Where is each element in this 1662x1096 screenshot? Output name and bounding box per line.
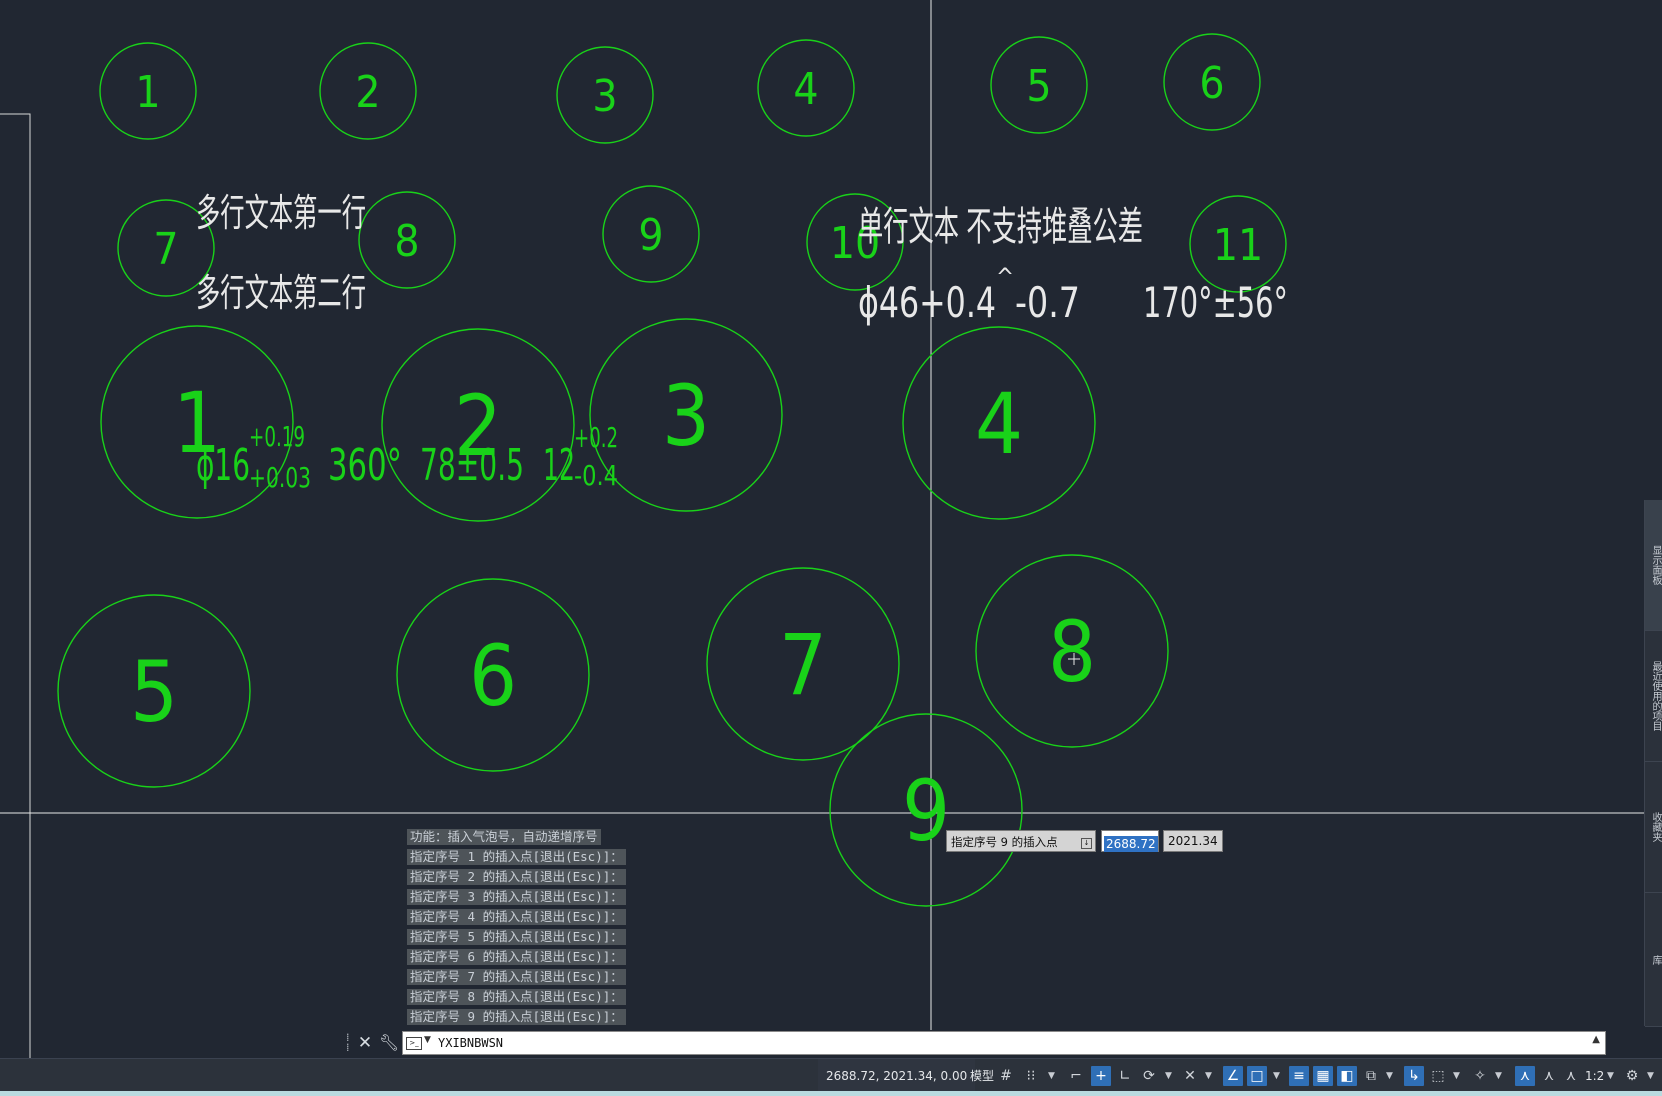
selection-filter-icon[interactable]: ⬚ bbox=[1428, 1066, 1448, 1086]
annotation-scale-icon[interactable]: ⋏ bbox=[1561, 1066, 1581, 1086]
model-space-button[interactable]: 模型 bbox=[966, 1059, 998, 1093]
annotation-scale-value[interactable]: 1:2 bbox=[1585, 1059, 1604, 1093]
object-snap-icon[interactable]: □ bbox=[1247, 1066, 1267, 1086]
tool-palette: 显示面板 最近使用的项目 收藏夹 库 bbox=[1644, 500, 1662, 1027]
object-snap-tracking-icon[interactable]: ∠ bbox=[1223, 1066, 1243, 1086]
scale-dropdown-icon[interactable]: ▼ bbox=[1607, 1067, 1614, 1085]
palette-tab-recent[interactable]: 最近使用的项目 bbox=[1645, 631, 1662, 762]
command-input[interactable]: >_ ▼ YXIBNBWSN ▲ bbox=[402, 1031, 1606, 1055]
small-bubble-label-2: 2 bbox=[355, 67, 380, 118]
wrench-icon[interactable]: 🔧︎ bbox=[378, 1031, 400, 1055]
history-line: 指定序号 2 的插入点[退出(Esc)]： bbox=[407, 869, 626, 885]
mtext-line-2: 多行文本第二行 bbox=[196, 271, 366, 315]
stacked-2-lower: -0.4 bbox=[574, 459, 618, 492]
command-input-text: YXIBNBWSN bbox=[438, 1036, 504, 1050]
isodraft-dropdown-icon[interactable]: ▼ bbox=[1205, 1067, 1212, 1085]
history-line: 指定序号 8 的插入点[退出(Esc)]： bbox=[407, 989, 626, 1005]
large-bubble-label-9: 9 bbox=[902, 762, 950, 860]
history-line: 指定序号 3 的插入点[退出(Esc)]： bbox=[407, 889, 626, 905]
infer-constraints-icon[interactable]: ⌐ bbox=[1066, 1066, 1086, 1086]
command-line-bar: ⁞ ⁞ ✕ 🔧︎ >_ ▼ YXIBNBWSN ▲ bbox=[342, 1031, 1606, 1055]
stacked-diameter-upper: +0.19 bbox=[249, 420, 305, 453]
history-line: 指定序号 6 的插入点[退出(Esc)]： bbox=[407, 949, 626, 965]
small-bubble-label-9: 9 bbox=[638, 210, 663, 261]
settings-dropdown-icon[interactable]: ▼ bbox=[1647, 1067, 1654, 1085]
options-down-icon[interactable]: ↓ bbox=[1081, 838, 1092, 849]
stacked-diameter-lower: +0.03 bbox=[249, 461, 311, 494]
large-bubble-label-8: 8 bbox=[1048, 603, 1096, 701]
small-bubble-label-7: 7 bbox=[153, 224, 178, 275]
3d-snap-dropdown-icon[interactable]: ▼ bbox=[1386, 1067, 1393, 1085]
grid-icon[interactable]: # bbox=[996, 1066, 1016, 1086]
palette-tab-display[interactable]: 显示面板 bbox=[1645, 500, 1662, 631]
gizmo-dropdown-icon[interactable]: ▼ bbox=[1495, 1067, 1502, 1085]
dynamic-input-toggle-icon[interactable]: + bbox=[1091, 1066, 1111, 1086]
snap-dropdown-icon[interactable]: ▼ bbox=[1048, 1067, 1055, 1085]
status-bar: 2688.72, 2021.34, 0.00 模型 # ⁝⁝ ▼ ⌐ + ∟ ⟳… bbox=[0, 1058, 1662, 1093]
dynamic-ucs-icon[interactable]: ↳ bbox=[1404, 1066, 1424, 1086]
single-line-text: 单行文本 不支持堆叠公差 bbox=[858, 204, 1143, 250]
dynamic-input-prompt-text: 指定序号 9 的插入点 bbox=[951, 835, 1058, 849]
polar-dropdown-icon[interactable]: ▼ bbox=[1165, 1067, 1172, 1085]
stacked-2-upper: +0.2 bbox=[574, 421, 618, 454]
single-line-tolerance-a: ϕ46+0.4 bbox=[858, 278, 996, 327]
large-bubble-label-7: 7 bbox=[779, 616, 827, 714]
selection-cycling-icon[interactable]: ◧ bbox=[1337, 1066, 1357, 1086]
single-line-tolerance-a-rest: -0.7 bbox=[1015, 278, 1080, 327]
mtext-line-1: 多行文本第一行 bbox=[196, 191, 366, 235]
palette-tab-library[interactable]: 库 bbox=[1645, 893, 1662, 1027]
symmetric-tolerance-text: 78±0.5 bbox=[420, 440, 524, 491]
history-line: 指定序号 7 的插入点[退出(Esc)]： bbox=[407, 969, 626, 985]
history-line: 指定序号 9 的插入点[退出(Esc)]： bbox=[407, 1009, 626, 1025]
dynamic-input-y-field[interactable]: 2021.34 bbox=[1163, 830, 1223, 852]
stacked-2-base: 12 bbox=[543, 440, 575, 491]
gizmo-icon[interactable]: ✧ bbox=[1470, 1066, 1490, 1086]
large-bubble-label-6: 6 bbox=[469, 627, 517, 725]
dynamic-input-x-value: 2688.72 bbox=[1104, 836, 1158, 852]
selection-filter-dropdown-icon[interactable]: ▼ bbox=[1453, 1067, 1460, 1085]
history-line: 指定序号 1 的插入点[退出(Esc)]： bbox=[407, 849, 626, 865]
history-line: 指定序号 4 的插入点[退出(Esc)]： bbox=[407, 909, 626, 925]
palette-tab-favorites[interactable]: 收藏夹 bbox=[1645, 762, 1662, 893]
3d-object-snap-icon[interactable]: ⧉ bbox=[1361, 1066, 1381, 1086]
large-bubble-label-3: 3 bbox=[662, 367, 710, 465]
ortho-icon[interactable]: ∟ bbox=[1115, 1066, 1135, 1086]
small-bubble-label-8: 8 bbox=[394, 216, 419, 267]
small-bubble-label-4: 4 bbox=[793, 64, 818, 115]
stacked-diameter: ϕ16 bbox=[196, 440, 250, 491]
auto-scale-icon[interactable]: ⋏ bbox=[1539, 1066, 1559, 1086]
small-bubble-label-3: 3 bbox=[592, 71, 617, 122]
coordinate-readout[interactable]: 2688.72, 2021.34, 0.00 bbox=[818, 1059, 976, 1093]
small-bubble-label-1: 1 bbox=[135, 67, 160, 118]
chevron-up-icon[interactable]: ▲ bbox=[1592, 1034, 1600, 1045]
status-bar-bottom-strip bbox=[0, 1091, 1662, 1096]
chevron-down-icon[interactable]: ▼ bbox=[424, 1035, 431, 1045]
drawing-canvas[interactable]: 1 2 3 4 5 67 8 9 10 11 1 2 3 45 6 7 89 多行文本第一行 多行文本第二行 … bbox=[0, 0, 1662, 1096]
history-line: 功能：插入气泡号，自动递增序号 bbox=[407, 829, 601, 845]
close-icon[interactable]: ✕ bbox=[355, 1031, 375, 1055]
transparency-icon[interactable]: ▦ bbox=[1313, 1066, 1333, 1086]
small-bubble-label-11: 11 bbox=[1213, 220, 1263, 271]
large-bubble-label-5: 5 bbox=[130, 643, 178, 741]
polar-tracking-icon[interactable]: ⟳ bbox=[1139, 1066, 1159, 1086]
small-bubble-label-5: 5 bbox=[1026, 61, 1051, 112]
gear-icon[interactable]: ⚙ bbox=[1622, 1066, 1642, 1086]
single-line-tolerance-caret: ^ bbox=[996, 263, 1014, 291]
small-bubble-label-6: 6 bbox=[1199, 58, 1224, 109]
dynamic-input-x-field[interactable]: 2688.72 bbox=[1101, 830, 1159, 852]
large-bubble-label-4: 4 bbox=[975, 375, 1023, 473]
isodraft-icon[interactable]: ✕ bbox=[1180, 1066, 1200, 1086]
single-line-tolerance-b: 170°±56° bbox=[1143, 278, 1288, 327]
command-prompt-icon[interactable]: >_ bbox=[406, 1037, 422, 1050]
snap-icon[interactable]: ⁝⁝ bbox=[1021, 1066, 1041, 1086]
grip-handle-icon[interactable]: ⁞ ⁞ bbox=[346, 1032, 352, 1053]
dynamic-input-prompt: 指定序号 9 的插入点 ↓ bbox=[946, 830, 1096, 852]
angle-text: 360° bbox=[328, 440, 402, 491]
annotation-visibility-icon[interactable]: ⋏ bbox=[1515, 1066, 1535, 1086]
lineweight-icon[interactable]: ≡ bbox=[1289, 1066, 1309, 1086]
drawing-border bbox=[0, 113, 31, 1058]
history-line: 指定序号 5 的插入点[退出(Esc)]： bbox=[407, 929, 626, 945]
object-snap-dropdown-icon[interactable]: ▼ bbox=[1273, 1067, 1280, 1085]
